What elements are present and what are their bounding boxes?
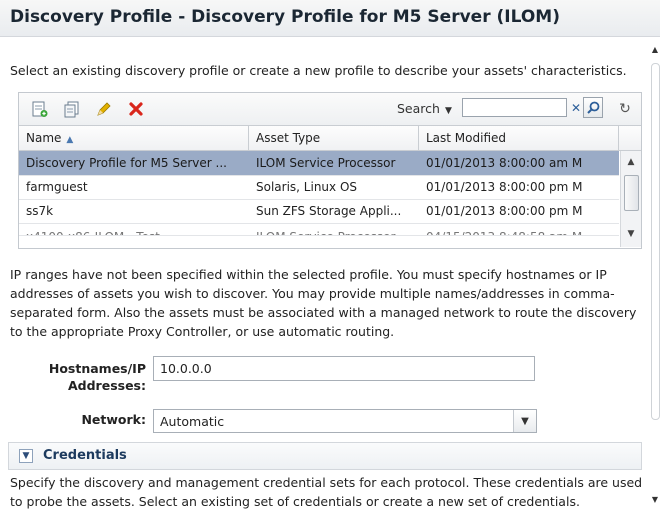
search-magnifier-icon[interactable] <box>583 97 603 118</box>
scroll-thumb[interactable] <box>651 63 660 420</box>
chevron-down-icon[interactable]: ▼ <box>513 410 536 432</box>
table-row[interactable]: ss7k Sun ZFS Storage Appli... 01/01/2013… <box>19 199 619 224</box>
network-label: Network: <box>81 412 146 427</box>
chevron-down-icon: ▼ <box>444 106 452 116</box>
column-header-last-modified[interactable]: Last Modified <box>419 126 619 150</box>
network-selected-value: Automatic <box>160 414 225 429</box>
scroll-up-icon[interactable]: ▲ <box>650 45 660 54</box>
cell-name: x4100-x86-ILOM - Test <box>19 225 249 235</box>
table-row[interactable]: Discovery Profile for M5 Server ... ILOM… <box>19 151 619 176</box>
hostnames-label: Hostnames/IP Addresses: <box>48 361 146 393</box>
profiles-table: Search ▼ ✕ ↻ Name ▲ Asset Type Last Modifi… <box>18 92 642 249</box>
column-header-asset-type[interactable]: Asset Type <box>249 126 419 150</box>
refresh-icon[interactable]: ↻ <box>616 99 634 119</box>
page-scrollbar[interactable]: ▲ ▼ <box>650 37 660 510</box>
collapse-chevron-icon[interactable]: ▼ <box>19 449 33 463</box>
content-area: Select an existing discovery profile or … <box>0 37 650 510</box>
column-header-name[interactable]: Name ▲ <box>19 126 249 150</box>
search-label: Search <box>397 101 440 116</box>
credentials-title: Credentials <box>43 448 127 463</box>
clear-search-icon[interactable]: ✕ <box>569 98 583 117</box>
table-row[interactable]: farmguest Solaris, Linux OS 01/01/2013 8… <box>19 175 619 200</box>
cell-asset-type: Solaris, Linux OS <box>256 180 358 194</box>
intro-text: Select an existing discovery profile or … <box>10 63 627 78</box>
table-toolbar: Search ▼ ✕ ↻ <box>19 93 641 126</box>
search-input[interactable] <box>462 98 567 117</box>
add-profile-icon[interactable] <box>31 100 49 118</box>
cell-name: farmguest <box>26 180 88 194</box>
cell-asset-type: Sun ZFS Storage Appli... <box>256 204 402 218</box>
search-scope-dropdown[interactable]: Search ▼ <box>397 101 452 116</box>
credentials-description: Specify the discovery and management cre… <box>10 475 643 509</box>
scroll-down-icon[interactable]: ▼ <box>650 495 660 504</box>
cell-name: ss7k <box>26 204 54 218</box>
table-row[interactable]: x4100-x86-ILOM - Test ILOM Service Proce… <box>19 223 619 236</box>
network-select[interactable]: Automatic ▼ <box>153 409 537 433</box>
ip-range-info-text: IP ranges have not been specified within… <box>10 267 637 339</box>
cell-last-modified: 01/01/2013 8:00:00 am M <box>426 156 583 170</box>
table-header-row: Name ▲ Asset Type Last Modified <box>19 126 641 151</box>
scroll-up-icon[interactable]: ▲ <box>621 155 641 169</box>
scroll-down-icon[interactable]: ▼ <box>621 227 641 241</box>
page-header: Discovery Profile - Discovery Profile fo… <box>0 0 660 37</box>
scroll-thumb[interactable] <box>624 175 639 211</box>
delete-x-icon[interactable] <box>127 100 145 118</box>
credentials-section-header[interactable]: ▼ Credentials <box>8 442 642 470</box>
cell-asset-type: ILOM Service Processor <box>256 156 396 170</box>
table-scrollbar[interactable]: ▲ ▼ <box>620 151 641 247</box>
hostnames-input[interactable] <box>153 356 535 381</box>
cell-last-modified: 01/01/2013 8:00:00 pm M <box>426 204 583 218</box>
cell-name: Discovery Profile for M5 Server ... <box>26 156 227 170</box>
edit-pencil-icon[interactable] <box>95 100 113 118</box>
cell-last-modified: 01/01/2013 8:00:00 pm M <box>426 180 583 194</box>
cell-asset-type: ILOM Service Processor <box>249 225 419 235</box>
page-title: Discovery Profile - Discovery Profile fo… <box>10 7 560 27</box>
sort-ascending-icon: ▲ <box>66 135 74 145</box>
cell-last-modified: 04/15/2013 8:48:58 am M <box>419 225 619 235</box>
duplicate-profile-icon[interactable] <box>63 100 81 118</box>
